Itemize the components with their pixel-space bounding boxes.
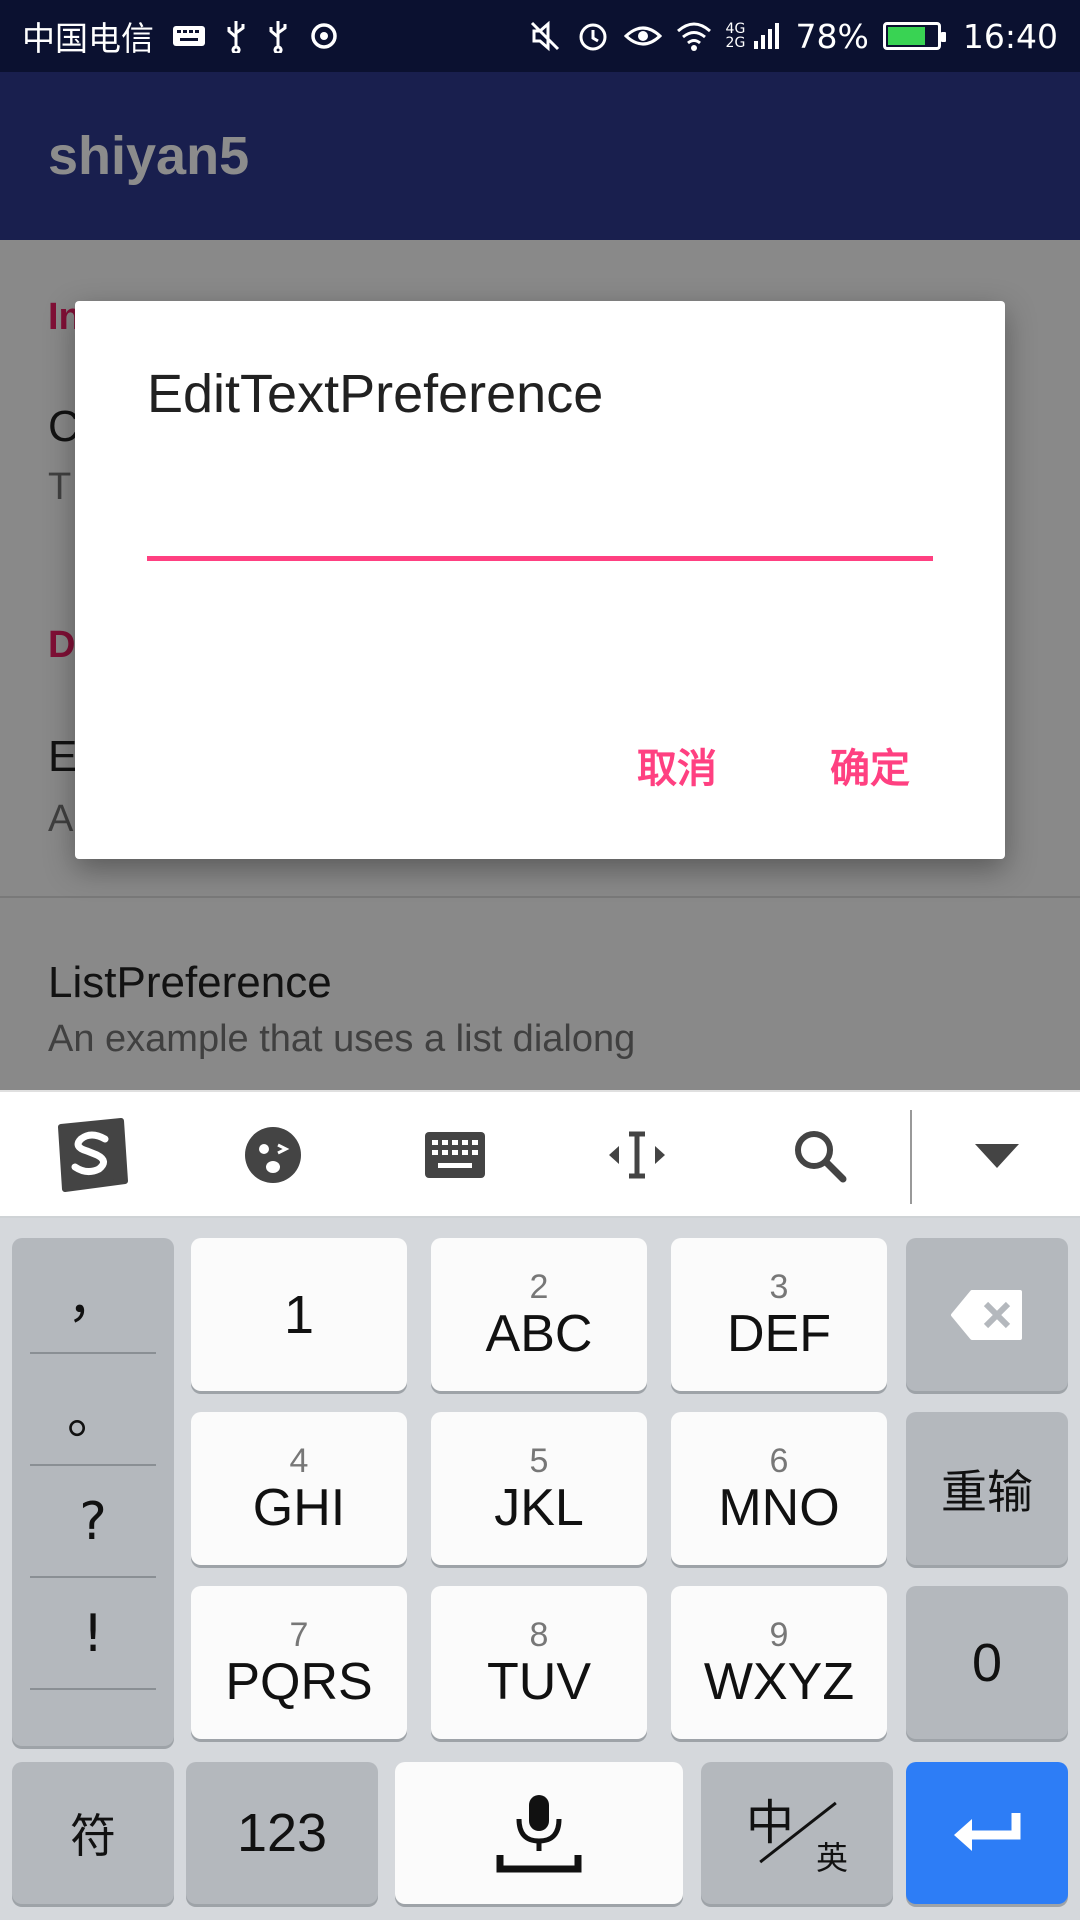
status-bar: 中国电信 4G 2G 78% 16:40 <box>0 0 1080 72</box>
network-label: 4G 2G <box>725 21 746 51</box>
usb-icon <box>224 19 248 53</box>
language-switch-key[interactable]: 中 英 <box>701 1762 893 1904</box>
key-2[interactable]: 2 ABC <box>431 1238 647 1391</box>
key-5[interactable]: 5 JKL <box>431 1412 647 1565</box>
edit-text-dialog: EditTextPreference 取消 确定 <box>75 301 1005 859</box>
dialog-title: EditTextPreference <box>147 364 604 424</box>
punct-key[interactable]: ! <box>12 1578 174 1690</box>
punct-divider <box>30 1688 156 1690</box>
key-label: 0 <box>971 1632 1003 1693</box>
key-4[interactable]: 4 GHI <box>191 1412 407 1565</box>
keyboard-icon <box>172 24 206 48</box>
mute-icon <box>528 19 562 53</box>
key-number: 8 <box>529 1615 549 1654</box>
key-7[interactable]: 7 PQRS <box>191 1586 407 1739</box>
punct-key[interactable]: ， <box>12 1238 174 1350</box>
battery-icon <box>882 22 946 50</box>
backspace-icon <box>951 1289 1022 1340</box>
punct-key[interactable]: ? <box>12 1466 174 1578</box>
alarm-icon <box>576 19 610 53</box>
key-label: 符 <box>70 1809 116 1863</box>
keyboard-icon[interactable] <box>410 1110 500 1200</box>
key-label: 1 <box>283 1284 315 1345</box>
key-number: 5 <box>529 1441 549 1480</box>
language-switch: 中 英 <box>742 1783 852 1883</box>
backspace-key[interactable] <box>906 1238 1068 1391</box>
key-number: 2 <box>529 1267 549 1306</box>
key-label: WXYZ <box>703 1652 855 1711</box>
punctuation-column: ， 。 ? ! <box>12 1238 174 1746</box>
t9-keyboard: ， 。 ? ! 1 2 ABC 3 DEF 4 GHI 5 JKL 6 MNO … <box>0 1218 1080 1920</box>
battery-percent: 78% <box>795 16 869 56</box>
emoji-icon[interactable] <box>228 1110 318 1200</box>
eye-icon <box>623 22 662 50</box>
toolbar-separator <box>910 1110 912 1204</box>
key-number: 7 <box>289 1615 309 1654</box>
usb-icon <box>266 19 290 53</box>
enter-icon <box>954 1813 1021 1851</box>
key-label: ABC <box>485 1304 593 1363</box>
key-1[interactable]: 1 <box>191 1238 407 1391</box>
key-9[interactable]: 9 WXYZ <box>671 1586 887 1739</box>
ok-button[interactable]: 确定 <box>830 736 910 794</box>
cancel-button[interactable]: 取消 <box>637 736 717 794</box>
sync-icon <box>308 20 340 52</box>
ime-toolbar <box>0 1090 1080 1218</box>
key-label: DEF <box>727 1304 831 1363</box>
microphone-icon <box>496 1795 582 1873</box>
wifi-icon <box>676 21 712 51</box>
key-8[interactable]: 8 TUV <box>431 1586 647 1739</box>
key-label: MNO <box>718 1478 840 1537</box>
key-number: 3 <box>769 1267 789 1306</box>
key-3[interactable]: 3 DEF <box>671 1238 887 1391</box>
clock: 16:40 <box>962 16 1058 56</box>
reenter-key[interactable]: 重输 <box>906 1412 1068 1565</box>
key-label: 重输 <box>941 1464 1033 1519</box>
key-label: 123 <box>236 1803 328 1863</box>
key-number: 6 <box>769 1441 789 1480</box>
collapse-icon[interactable] <box>952 1110 1042 1200</box>
number-mode-key[interactable]: 123 <box>186 1762 378 1904</box>
dialog-text-input[interactable] <box>147 481 933 561</box>
key-label: PQRS <box>225 1652 373 1711</box>
lang-en-label: 英 <box>815 1839 848 1877</box>
space-voice-key[interactable] <box>395 1762 683 1904</box>
key-number: 9 <box>769 1615 789 1654</box>
sogou-logo-icon[interactable] <box>46 1110 136 1200</box>
punct-key[interactable]: 。 <box>12 1354 174 1466</box>
key-number: 4 <box>289 1441 309 1480</box>
key-label: GHI <box>252 1478 346 1537</box>
key-0[interactable]: 0 <box>906 1586 1068 1739</box>
cursor-move-icon[interactable] <box>592 1110 682 1200</box>
signal-icon: 4G 2G <box>726 21 782 51</box>
key-6[interactable]: 6 MNO <box>671 1412 887 1565</box>
key-label: JKL <box>494 1478 584 1537</box>
carrier-label: 中国电信 <box>22 19 154 58</box>
enter-key[interactable] <box>906 1762 1068 1904</box>
symbols-key[interactable]: 符 <box>12 1762 174 1904</box>
key-label: TUV <box>487 1652 591 1711</box>
search-icon[interactable] <box>774 1110 864 1200</box>
